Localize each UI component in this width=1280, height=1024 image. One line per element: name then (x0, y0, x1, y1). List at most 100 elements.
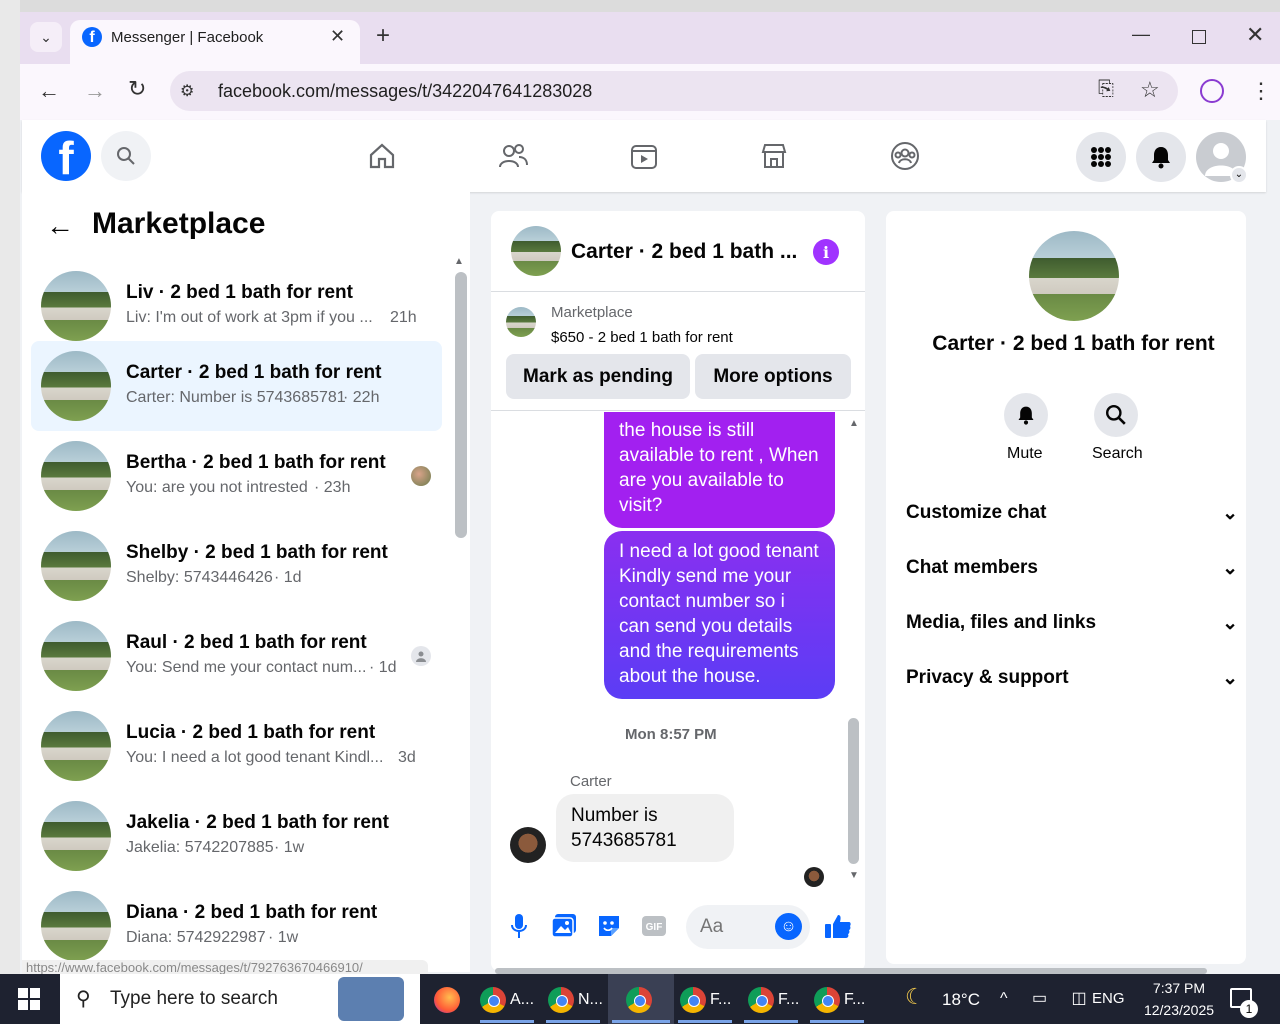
info-icon[interactable]: i (813, 239, 839, 265)
clock-date[interactable]: 12/23/2025 (1132, 1002, 1226, 1018)
taskbar-search-text[interactable]: Type here to search (110, 988, 278, 1010)
listing-thumbnail (41, 271, 111, 341)
conversation-time: 21h (390, 309, 417, 326)
like-thumbs-up-icon[interactable] (824, 912, 852, 940)
conversation-preview: You: are you not intrested (126, 479, 308, 496)
search-in-chat-button[interactable] (1094, 393, 1138, 437)
firefox-taskbar-icon[interactable] (434, 983, 460, 1017)
conversation-time: · 1d (274, 569, 302, 586)
conversation-item-selected[interactable]: Carter · 2 bed 1 bath for rent Carter: N… (31, 341, 442, 431)
customize-chat-section[interactable]: Customize chat ⌄ (906, 491, 1246, 535)
conversation-item[interactable]: Lucia · 2 bed 1 bath for rent You: I nee… (31, 701, 442, 791)
profile-icon[interactable] (1200, 79, 1224, 103)
install-app-icon[interactable]: ⎘ (1098, 78, 1114, 101)
site-info-icon[interactable]: ⚙ (180, 81, 194, 101)
chrome-taskbar-app[interactable]: A... (480, 983, 534, 1017)
microphone-icon[interactable] (505, 912, 533, 940)
groups-icon[interactable] (887, 138, 923, 174)
maximize-button[interactable] (1192, 30, 1206, 44)
close-tab-icon[interactable]: ✕ (330, 26, 345, 47)
conversation-preview: You: Send me your contact num... (126, 659, 367, 676)
reload-icon[interactable]: ↻ (128, 76, 146, 102)
chrome-taskbar-app[interactable]: F... (680, 983, 731, 1017)
weather-temperature[interactable]: 18°C (942, 990, 980, 1010)
chrome-taskbar-app[interactable]: F... (748, 983, 799, 1017)
emoji-icon[interactable]: ☺ (775, 913, 802, 940)
notifications-bell-icon[interactable] (1136, 132, 1186, 182)
message-timestamp: Mon 8:57 PM (625, 726, 717, 743)
chrome-taskbar-app[interactable]: N... (548, 983, 603, 1017)
input-language[interactable]: ENG (1092, 990, 1125, 1007)
tab-title: Messenger | Facebook (111, 29, 264, 46)
photo-gallery-icon[interactable] (550, 912, 578, 940)
conversation-list-scrollbar[interactable] (455, 272, 467, 538)
scroll-down-arrow-icon[interactable]: ▼ (849, 870, 859, 881)
mark-as-pending-button[interactable]: Mark as pending (506, 354, 690, 399)
scroll-up-arrow-icon[interactable]: ▲ (454, 256, 464, 267)
bookmark-star-icon[interactable]: ☆ (1140, 77, 1160, 103)
conversation-name: Raul · 2 bed 1 bath for rent (126, 632, 367, 653)
window-close-button[interactable]: ✕ (1246, 22, 1264, 48)
chat-title[interactable]: Carter · 2 bed 1 bath ... (571, 240, 797, 264)
search-icon[interactable] (101, 131, 151, 181)
conversation-item[interactable]: Raul · 2 bed 1 bath for rent You: Send m… (31, 611, 442, 701)
listing-thumbnail[interactable] (506, 307, 536, 337)
conversation-item[interactable]: Shelby · 2 bed 1 bath for rent Shelby: 5… (31, 521, 442, 611)
gif-icon[interactable]: GIF (640, 912, 668, 940)
windows-start-icon[interactable] (18, 988, 40, 1010)
listing-price[interactable]: $650 - 2 bed 1 bath for rent (551, 329, 733, 346)
scroll-up-arrow-icon[interactable]: ▲ (849, 418, 859, 429)
account-chevron-icon[interactable]: ⌄ (1230, 166, 1248, 184)
taskbar-indicator (744, 1020, 798, 1023)
chat-scrollbar[interactable] (848, 718, 859, 864)
more-options-button[interactable]: More options (695, 354, 851, 399)
back-arrow-icon[interactable]: ← (38, 78, 60, 104)
mute-button[interactable] (1004, 393, 1048, 437)
system-tray-icons[interactable]: ^ ▭ ◫ (1000, 988, 1097, 1008)
outgoing-message[interactable]: I need a lot good tenant Kindly send me … (604, 531, 835, 699)
panel-title: Marketplace (92, 207, 266, 240)
sticker-icon[interactable] (595, 912, 623, 940)
minimize-button[interactable]: — (1132, 24, 1150, 45)
weather-moon-icon[interactable]: ☾ (905, 984, 925, 1010)
outgoing-message[interactable]: the house is still available to rent , W… (604, 412, 835, 528)
home-icon[interactable] (364, 138, 400, 174)
conversation-item[interactable]: Diana · 2 bed 1 bath for rent Diana: 574… (31, 881, 442, 961)
watch-icon[interactable] (626, 138, 662, 174)
chrome-taskbar-app[interactable]: F... (814, 983, 865, 1017)
url-text[interactable]: facebook.com/messages/t/3422047641283028 (218, 81, 592, 102)
menu-grid-icon[interactable] (1076, 132, 1126, 182)
marketplace-icon[interactable] (756, 138, 792, 174)
chat-avatar[interactable] (511, 226, 561, 276)
conversation-item[interactable]: Jakelia · 2 bed 1 bath for rent Jakelia:… (31, 791, 442, 881)
back-arrow-icon[interactable]: ← (46, 210, 74, 242)
clock-time[interactable]: 7:37 PM (1132, 980, 1226, 996)
media-files-links-section[interactable]: Media, files and links ⌄ (906, 601, 1246, 645)
privacy-support-section[interactable]: Privacy & support ⌄ (906, 656, 1246, 700)
chat-profile-avatar[interactable] (1029, 231, 1119, 321)
divider (491, 291, 865, 292)
chrome-icon (626, 987, 652, 1013)
background-window-edge (0, 0, 20, 974)
friends-icon[interactable] (495, 138, 531, 174)
chrome-taskbar-app[interactable] (626, 983, 656, 1017)
taskbar-indicator (678, 1020, 732, 1023)
facebook-logo[interactable]: f (41, 131, 91, 181)
conversation-item[interactable]: Bertha · 2 bed 1 bath for rent You: are … (31, 431, 442, 521)
tab-search-dropdown[interactable]: ⌄ (30, 22, 62, 52)
new-tab-button[interactable]: + (376, 22, 390, 50)
conversation-item[interactable]: Liv · 2 bed 1 bath for rent Liv: I'm out… (31, 261, 442, 351)
forward-arrow-icon[interactable]: → (84, 78, 106, 104)
conversation-name: Lucia · 2 bed 1 bath for rent (126, 722, 376, 743)
chat-members-section[interactable]: Chat members ⌄ (906, 546, 1246, 590)
conversation-name: Diana · 2 bed 1 bath for rent (126, 902, 378, 923)
taskbar-app-label: F... (844, 991, 866, 1008)
search-highlight-widget[interactable] (338, 977, 404, 1021)
browser-menu-icon[interactable]: ⋮ (1250, 78, 1272, 104)
sender-avatar[interactable] (510, 827, 546, 863)
conversation-preview: Liv: I'm out of work at 3pm if you ... (126, 309, 373, 326)
incoming-message[interactable]: Number is 5743685781 (556, 794, 734, 862)
notification-count-badge: 1 (1240, 1000, 1258, 1018)
default-avatar-icon (411, 646, 431, 666)
search-icon: ⚲ (76, 988, 91, 1010)
